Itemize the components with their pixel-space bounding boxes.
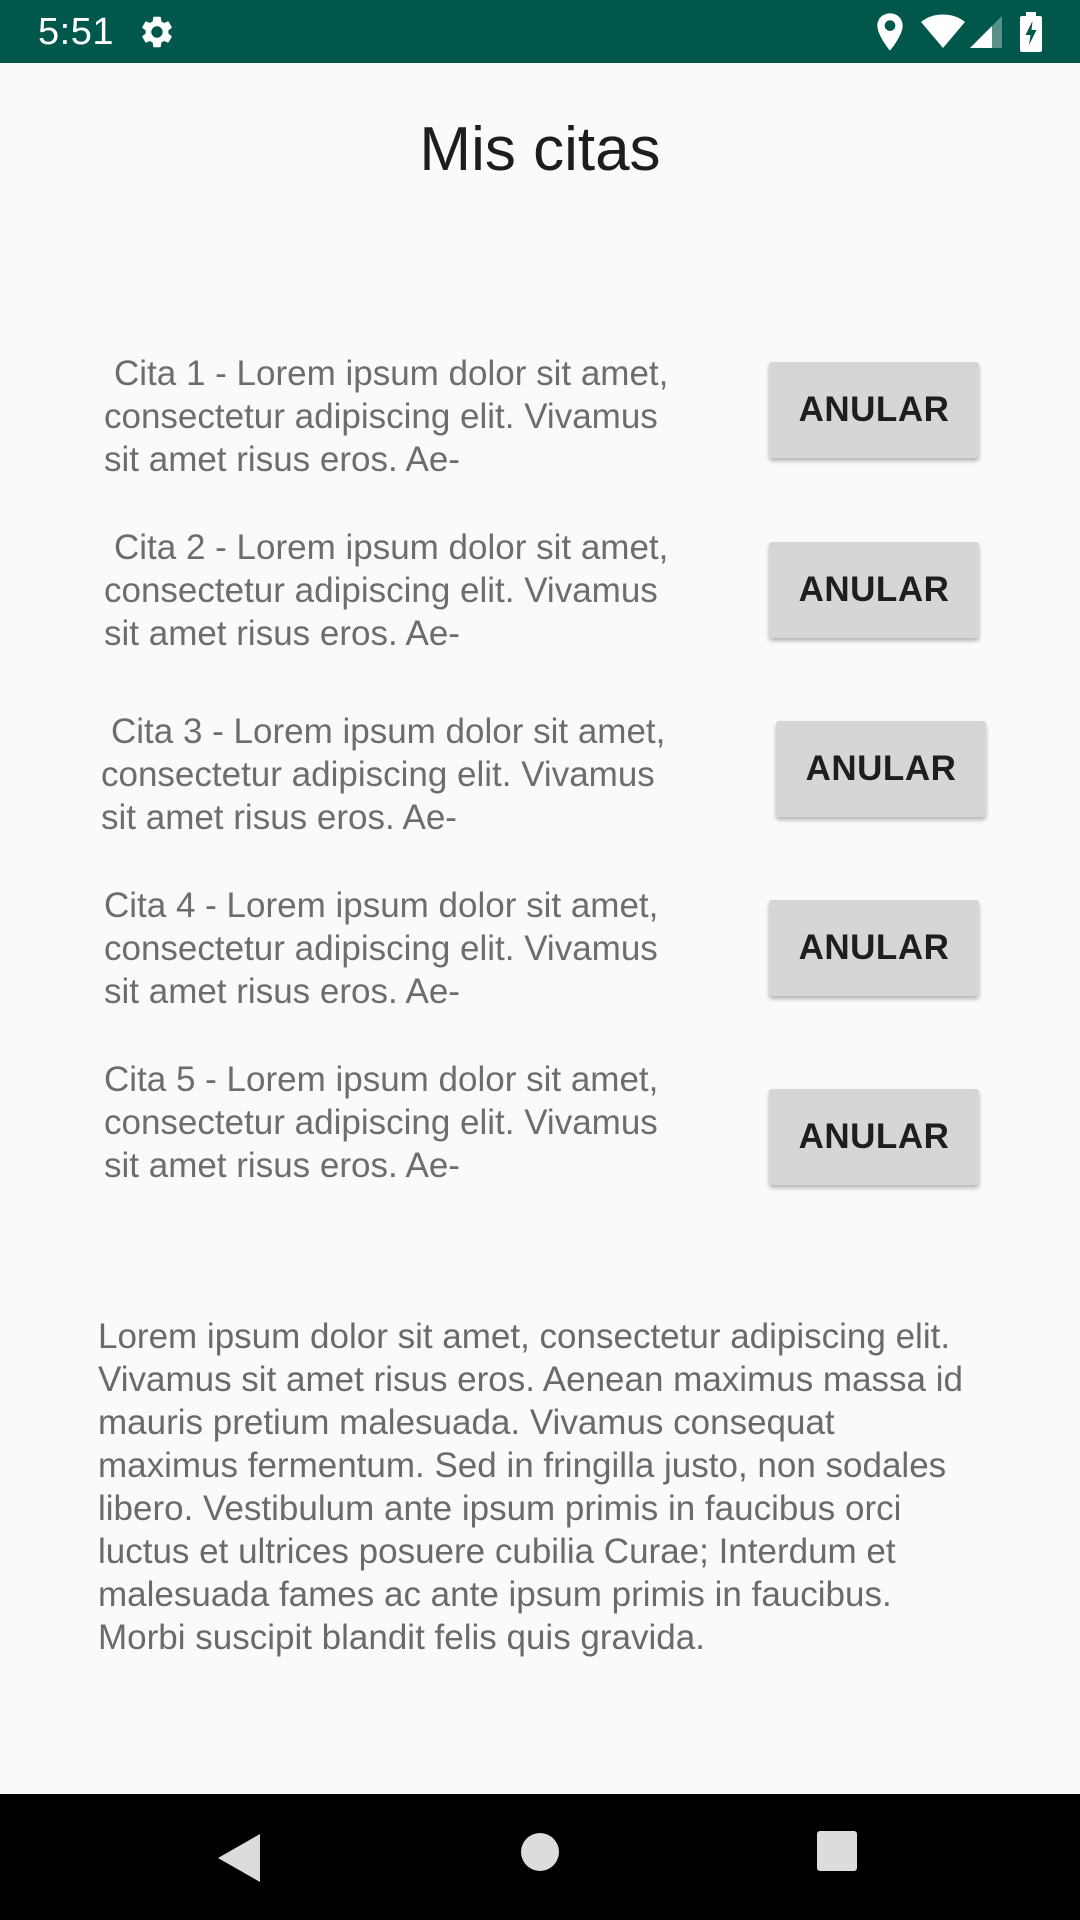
cita-row-4: Cita 4 - Lorem ipsum dolor sit amet, con… (0, 884, 1080, 1014)
description-paragraph: Lorem ipsum dolor sit amet, consectetur … (98, 1317, 963, 1657)
location-icon (877, 13, 903, 51)
status-bar: 5:51 (0, 0, 1080, 63)
cita-text: Cita 1 - Lorem ipsum dolor sit amet, con… (104, 354, 669, 478)
anular-button-2[interactable]: ANULAR (769, 542, 979, 638)
cita-text: Cita 5 - Lorem ipsum dolor sit amet, con… (104, 1060, 659, 1184)
cita-row-5: Cita 5 - Lorem ipsum dolor sit amet, con… (0, 1058, 1080, 1188)
signal-icon (970, 16, 1002, 48)
cita-row-3: Cita 3 - Lorem ipsum dolor sit amet, con… (0, 710, 1080, 840)
wifi-icon (921, 14, 965, 48)
recents-icon[interactable] (816, 1830, 858, 1872)
battery-icon (1020, 12, 1042, 52)
cita-row-1: Cita 1 - Lorem ipsum dolor sit amet, con… (0, 352, 1080, 482)
cita-text: Cita 3 - Lorem ipsum dolor sit amet, con… (101, 712, 666, 836)
anular-button-5[interactable]: ANULAR (769, 1089, 979, 1185)
cita-row-2: Cita 2 - Lorem ipsum dolor sit amet, con… (0, 526, 1080, 656)
cita-text: Cita 2 - Lorem ipsum dolor sit amet, con… (104, 528, 669, 652)
anular-button-1[interactable]: ANULAR (769, 362, 979, 458)
cita-text: Cita 4 - Lorem ipsum dolor sit amet, con… (104, 886, 659, 1010)
page-title: Mis citas (419, 115, 661, 184)
navigation-bar (0, 1794, 1080, 1920)
anular-button-3[interactable]: ANULAR (776, 721, 986, 817)
status-time: 5:51 (38, 11, 114, 53)
gear-icon (142, 16, 172, 48)
anular-button-4[interactable]: ANULAR (769, 900, 979, 996)
back-icon[interactable] (214, 1830, 264, 1886)
home-icon[interactable] (520, 1832, 560, 1872)
